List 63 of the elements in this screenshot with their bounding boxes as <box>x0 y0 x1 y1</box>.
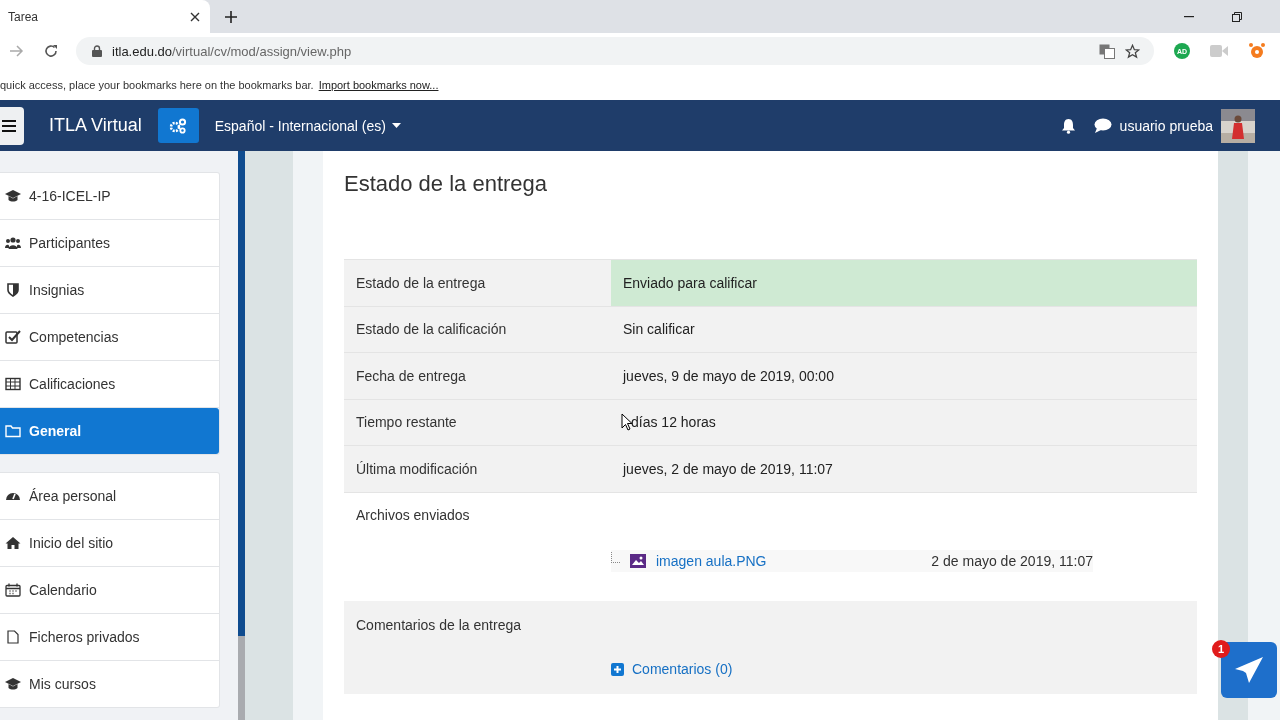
folder-icon <box>5 424 21 438</box>
caret-icon <box>391 123 401 128</box>
gears-icon <box>169 117 188 134</box>
table-cell: días 12 horas <box>611 399 1197 445</box>
menu-icon <box>2 119 16 132</box>
plus-icon <box>611 662 624 676</box>
bookmarks-hint: quick access, place your bookmarks here on the bookmarks bar. <box>0 78 314 91</box>
graduation-cap-icon <box>5 677 21 691</box>
paper-plane-icon <box>1234 656 1264 684</box>
table-cell-text: Archivos enviados <box>355 506 471 526</box>
file-link[interactable]: imagen aula.PNG <box>656 553 767 569</box>
comments-label: Comentarios de la entrega <box>356 617 522 633</box>
sidebar-item[interactable]: General <box>0 408 219 454</box>
file-icon <box>5 630 21 644</box>
sidebar-item[interactable]: Mis cursos <box>0 661 219 707</box>
close-icon[interactable] <box>190 11 200 22</box>
calendar-icon <box>5 583 21 597</box>
restore-icon[interactable] <box>1232 11 1242 22</box>
lock-icon <box>92 45 102 57</box>
table-cell-text: Tiempo restante <box>355 413 458 433</box>
checkbox-icon <box>5 330 21 344</box>
menu-button[interactable] <box>0 106 24 145</box>
comments-link[interactable]: Comentarios (0) <box>611 661 733 677</box>
translate-icon[interactable] <box>1099 43 1115 59</box>
sidebar-item[interactable]: Insignias <box>0 267 219 314</box>
table-cell-text: Última modificación <box>355 459 479 479</box>
sidebar-item[interactable]: Competencias <box>0 314 219 361</box>
shield-icon <box>5 283 21 297</box>
extension-icon[interactable] <box>1248 42 1266 60</box>
bell-icon[interactable] <box>1060 117 1076 134</box>
home-icon <box>5 536 21 550</box>
language-menu[interactable]: Español - Internacional (es) <box>208 116 407 135</box>
sidebar-item[interactable]: Calendario <box>0 567 219 614</box>
sidebar-item[interactable]: 4-16-ICEL-IP <box>0 173 219 220</box>
minimize-icon[interactable] <box>1184 15 1194 18</box>
reload-icon[interactable] <box>44 44 58 58</box>
settings-button[interactable] <box>157 108 199 143</box>
table-cell-text: Fecha de entrega <box>355 366 467 386</box>
table-cell: Enviado para calificar <box>611 260 1197 306</box>
sidebar-item[interactable]: Inicio del sitio <box>0 520 219 567</box>
browser-tab[interactable]: Tarea <box>0 0 210 33</box>
table-cell-text: Estado de la entrega <box>355 273 487 293</box>
graduation-cap-icon <box>5 189 21 203</box>
sidebar-item[interactable]: Participantes <box>0 220 219 267</box>
import-bookmarks-link[interactable]: Import bookmarks now... <box>318 78 439 91</box>
table-cell-text: jueves, 2 de mayo de 2019, 11:07 <box>621 459 834 479</box>
table-cell-text: Estado de la calificación <box>355 320 508 340</box>
table-icon <box>5 377 21 391</box>
file-date: 2 de mayo de 2019, 11:07 <box>931 553 1093 569</box>
table-cell-text: jueves, 9 de mayo de 2019, 00:00 <box>621 366 835 386</box>
address-bar[interactable]: itla.edu.do/virtual/cv/mod/assign/view.php <box>76 37 1154 65</box>
site-name[interactable]: ITLA Virtual <box>49 115 142 136</box>
table-cell-text: Sin calificar <box>622 320 696 340</box>
star-icon[interactable] <box>1125 43 1140 59</box>
section-heading: Estado de la entrega <box>344 171 549 197</box>
user-name[interactable]: usuario prueba <box>1119 117 1213 134</box>
sidebar-item[interactable]: Ficheros privados <box>0 614 219 661</box>
image-file-icon <box>630 554 646 568</box>
sidebar-item[interactable]: Área personal <box>0 473 219 520</box>
new-tab-icon[interactable] <box>225 10 237 23</box>
users-icon <box>5 236 21 250</box>
scrollbar-thumb[interactable] <box>238 151 245 636</box>
chat-icon[interactable] <box>1093 118 1112 133</box>
